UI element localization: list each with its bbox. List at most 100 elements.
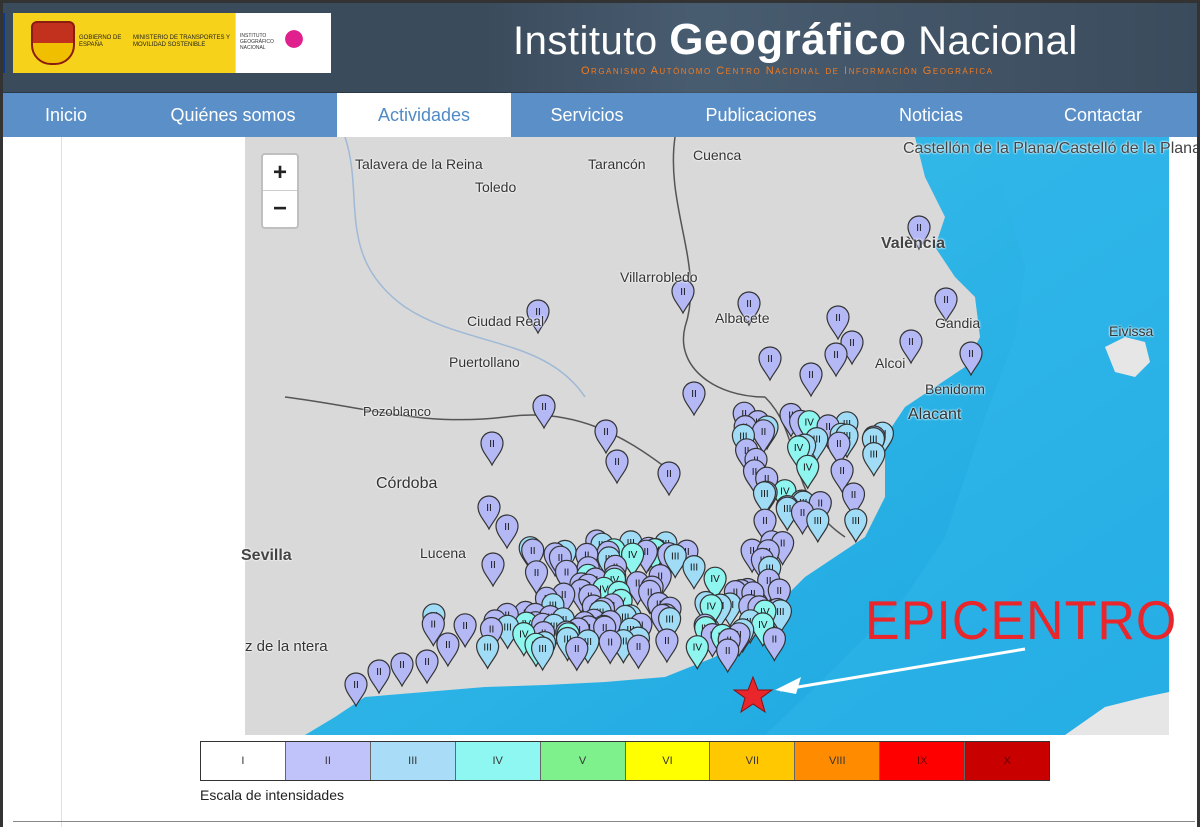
epicenter-label: EPICENTRO <box>865 590 1178 652</box>
legend-cell-v: V <box>540 742 626 780</box>
content-border <box>61 137 62 827</box>
title-bold: Geográfico <box>669 15 907 64</box>
nav-item-quienes-somos[interactable]: Quiénes somos <box>129 93 337 137</box>
marker-label: III <box>783 504 791 515</box>
legend-cell-ii: II <box>285 742 371 780</box>
marker-label: IV <box>628 550 638 561</box>
marker-label: IV <box>693 643 703 654</box>
marker-label: II <box>691 389 697 400</box>
nav-item-servicios[interactable]: Servicios <box>511 93 663 137</box>
marker-label: II <box>636 642 642 653</box>
city-label: Villarrobledo <box>620 269 698 285</box>
nav-item-inicio[interactable]: Inicio <box>3 93 129 137</box>
marker-label: III <box>665 615 673 626</box>
intensity-legend: I II III IV V VI VII VIII IX X <box>200 741 1050 781</box>
marker-label: II <box>664 636 670 647</box>
city-label: Talavera de la Reina <box>355 156 483 172</box>
marker-label: III <box>814 516 822 527</box>
marker-label: II <box>680 287 686 298</box>
title-suffix: Nacional <box>906 19 1078 63</box>
legend-cell-ix: IX <box>880 742 966 780</box>
marker-label: II <box>836 439 842 450</box>
city-label: Córdoba <box>376 475 438 492</box>
marker-label: II <box>761 427 767 438</box>
ign-logo-label: INSTITUTO GEOGRÁFICO NACIONAL <box>240 33 274 51</box>
marker-label: II <box>489 439 495 450</box>
marker-label: II <box>777 586 783 597</box>
zoom-in-button[interactable]: + <box>263 155 297 191</box>
marker-label: III <box>776 607 784 618</box>
marker-label: II <box>541 402 547 413</box>
marker-label: II <box>399 660 405 671</box>
government-logo[interactable]: GOBIERNO DE ESPAÑA MINISTERIO DE TRANSPO… <box>13 13 331 73</box>
marker-label: II <box>486 503 492 514</box>
page-frame: GOBIERNO DE ESPAÑA MINISTERIO DE TRANSPO… <box>0 0 1200 827</box>
city-label: València <box>881 235 946 252</box>
nav-item-contactar[interactable]: Contactar <box>1003 93 1197 137</box>
marker-label: II <box>564 567 570 578</box>
marker-label: III <box>760 489 768 500</box>
nav-item-publicaciones[interactable]: Publicaciones <box>663 93 859 137</box>
marker-label: IV <box>804 418 814 429</box>
marker-label: II <box>808 370 814 381</box>
legend-caption: Escala de intensidades <box>200 787 344 803</box>
legend-cell-x: X <box>965 742 1050 780</box>
marker-label: II <box>818 499 824 510</box>
marker-label: II <box>772 635 778 646</box>
marker-label: II <box>835 313 841 324</box>
marker-label: IV <box>710 574 720 585</box>
city-label: Lucena <box>420 545 466 561</box>
marker-label: IV <box>758 620 768 631</box>
marker-label: II <box>943 295 949 306</box>
zoom-control: + − <box>261 153 299 229</box>
ign-logo-icon <box>282 27 312 51</box>
legend-cell-i: I <box>201 742 286 780</box>
nav-item-noticias[interactable]: Noticias <box>859 93 1003 137</box>
marker-label: II <box>489 625 495 636</box>
zoom-out-button[interactable]: − <box>263 191 297 227</box>
marker-label: II <box>968 349 974 360</box>
marker-label: III <box>690 563 698 574</box>
marker-label: II <box>530 546 536 557</box>
marker-label: II <box>839 466 845 477</box>
ministry-label: MINISTERIO DE TRANSPORTES Y MOVILIDAD SO… <box>133 35 230 48</box>
site-title[interactable]: Instituto Geográfico Nacional Organismo … <box>513 13 1153 83</box>
legend-cell-vii: VII <box>710 742 796 780</box>
city-label: Albacete <box>715 310 770 326</box>
marker-label: II <box>725 646 731 657</box>
marker-label: II <box>445 640 451 651</box>
marker-label: II <box>746 299 752 310</box>
site-subtitle: Organismo Autónomo Centro Nacional de In… <box>581 65 994 77</box>
marker-label: II <box>833 350 839 361</box>
marker-label: II <box>574 644 580 655</box>
city-label: Puertollano <box>449 354 520 370</box>
city-label: Pozoblanco <box>363 404 431 419</box>
title-prefix: Instituto <box>513 19 670 63</box>
marker-label: II <box>644 547 650 558</box>
legend-cell-iv: IV <box>455 742 541 780</box>
city-label: Castellón de la Plana/Castelló de la Pla… <box>903 140 1200 157</box>
marker-label: III <box>483 642 491 653</box>
city-label: Alcoi <box>875 355 906 371</box>
marker-label: III <box>503 622 511 633</box>
city-label: Cuenca <box>693 147 742 163</box>
marker-label: II <box>504 522 510 533</box>
city-label: Benidorm <box>925 381 985 397</box>
marker-label: II <box>424 657 430 668</box>
eu-flag-icon <box>3 13 5 73</box>
ign-logo-box: INSTITUTO GEOGRÁFICO NACIONAL <box>235 13 331 73</box>
city-label: z de la ntera <box>245 638 328 655</box>
marker-label: II <box>603 427 609 438</box>
site-title-text: Instituto Geográfico Nacional <box>513 15 1078 65</box>
marker-label: II <box>767 354 773 365</box>
city-label: Gandia <box>935 315 981 331</box>
city-label: Alacant <box>908 406 962 423</box>
marker-label: IV <box>706 602 716 613</box>
marker-label: II <box>353 680 359 691</box>
nav-item-actividades[interactable]: Actividades <box>337 93 511 137</box>
marker-label: II <box>780 539 786 550</box>
legend-cell-viii: VIII <box>795 742 881 780</box>
coat-of-arms-icon <box>31 21 75 65</box>
marker-label: III <box>538 644 546 655</box>
marker-label: IV <box>794 443 804 454</box>
